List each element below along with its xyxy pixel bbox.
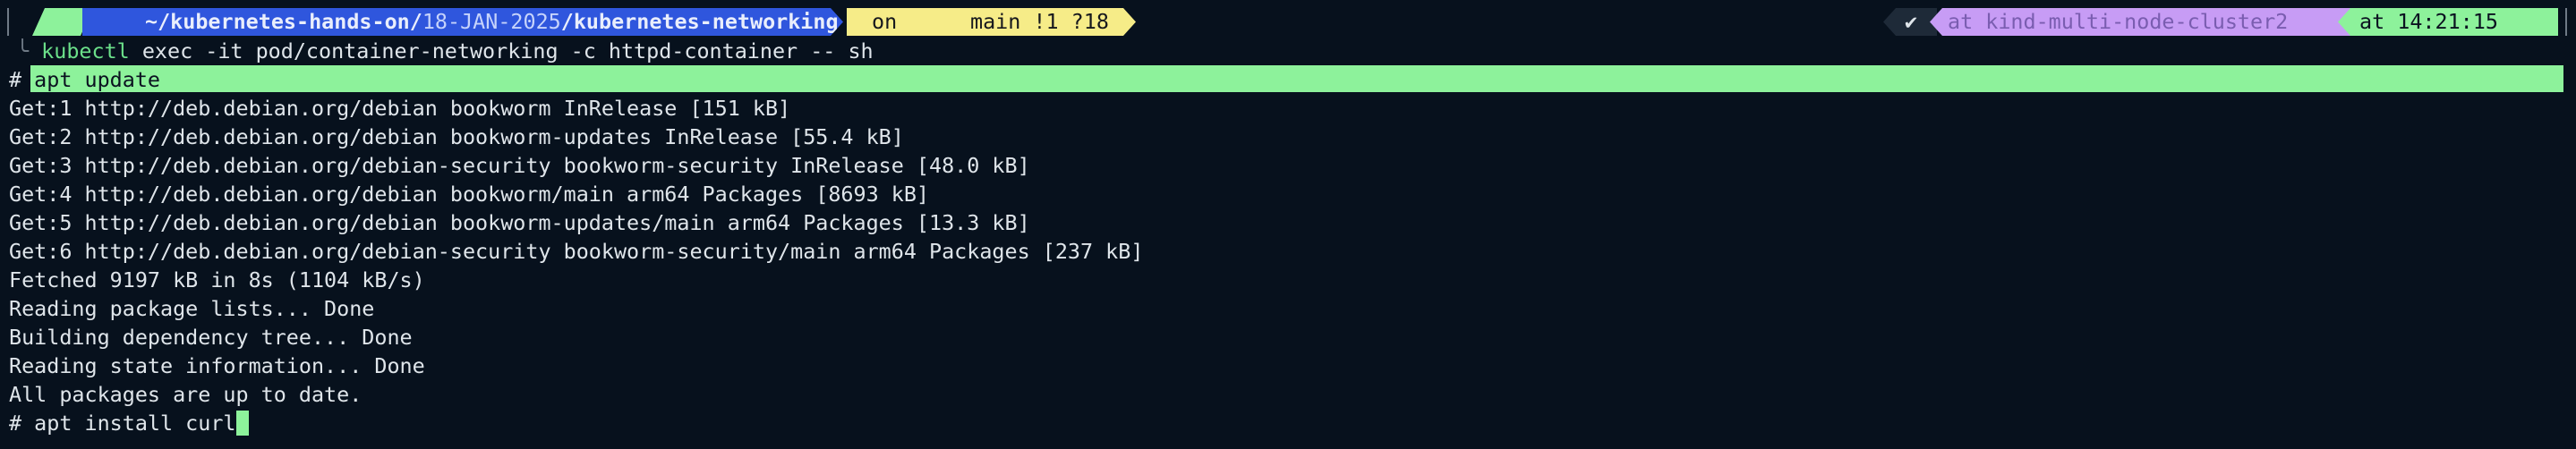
git-status: main !1 ?18	[970, 9, 1109, 34]
prompt-time: at 14:21:15	[2359, 8, 2498, 36]
shell-command-line-1: # apt update	[9, 65, 160, 94]
output-line: Get:1 http://deb.debian.org/debian bookw…	[9, 96, 791, 121]
command-connector: ╰	[16, 38, 42, 64]
context-name: kind-multi-node-cluster2	[1985, 9, 2289, 34]
shell-prompt-char: #	[9, 67, 35, 92]
text-cursor	[235, 410, 249, 436]
path-home: ~	[145, 9, 158, 34]
output-line: Building dependency tree... Done	[9, 325, 413, 350]
kube-context-segment: at kind-multi-node-cluster2	[1930, 8, 2350, 36]
output-line: Reading package lists... Done	[9, 296, 375, 321]
output-line: Get:6 http://deb.debian.org/debian-secur…	[9, 239, 1144, 264]
git-on-label: on	[872, 9, 898, 34]
kubectl-keyword: kubectl	[41, 38, 130, 64]
output-line: Get:4 http://deb.debian.org/debian bookw…	[9, 182, 930, 207]
output-line: Get:2 http://deb.debian.org/debian bookw…	[9, 124, 904, 149]
git-segment: on main !1 ?18	[847, 8, 1136, 36]
shell-input-line[interactable]: # apt install curl	[9, 409, 249, 437]
current-command[interactable]: apt install curl	[34, 411, 235, 436]
command-args: exec -it pod/container-networking -c htt…	[129, 38, 874, 64]
output-line: Get:5 http://deb.debian.org/debian bookw…	[9, 210, 1030, 235]
selection-highlight	[30, 65, 2563, 92]
path-date: 18-JAN-2025	[422, 9, 561, 34]
path-separator: /	[560, 9, 574, 34]
status-segment: ✔	[1883, 8, 1937, 36]
shell-prompt-char: #	[9, 411, 35, 436]
time-value: 14:21:15	[2397, 9, 2498, 34]
output-line: Get:3 http://deb.debian.org/debian-secur…	[9, 153, 1030, 178]
prompt-left-edge	[7, 8, 9, 36]
output-line: Reading state information... Done	[9, 353, 425, 378]
path-segment: ~/kubernetes-hands-on/18-JAN-2025/kubern…	[82, 8, 843, 36]
selected-command: apt update	[34, 67, 160, 92]
time-segment: at 14:21:15	[2338, 8, 2558, 36]
kube-context: at kind-multi-node-cluster2	[1948, 8, 2288, 36]
prompt-right-edge	[2565, 8, 2567, 36]
context-prefix: at	[1948, 9, 1974, 34]
status-check: ✔	[1905, 9, 1918, 34]
command-line: ╰ kubectl exec -it pod/container-network…	[16, 37, 874, 65]
output-line: Fetched 9197 kB in 8s (1104 kB/s)	[9, 267, 425, 292]
time-prefix: at	[2359, 9, 2385, 34]
prompt-bar: ~/kubernetes-hands-on/18-JAN-2025/kubern…	[0, 8, 2576, 36]
path-repo: /kubernetes-hands-on/	[158, 9, 422, 34]
current-path: ~/kubernetes-hands-on/18-JAN-2025/kubern…	[145, 8, 839, 36]
output-line: All packages are up to date.	[9, 382, 363, 407]
path-current: kubernetes-networking	[573, 9, 839, 34]
